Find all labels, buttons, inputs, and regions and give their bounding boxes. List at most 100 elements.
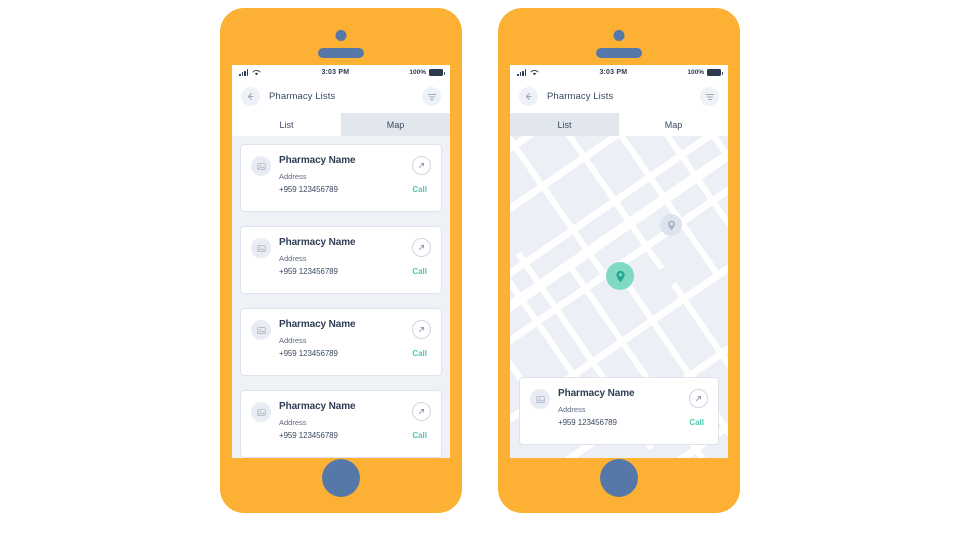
page-title: Pharmacy Lists <box>547 91 614 102</box>
call-link[interactable]: Call <box>412 431 427 440</box>
pharmacy-name: Pharmacy Name <box>279 237 356 248</box>
pharmacy-address: Address <box>558 405 586 414</box>
page-title: Pharmacy Lists <box>269 91 336 102</box>
image-placeholder-icon <box>251 320 271 340</box>
map-canvas[interactable]: Pharmacy Name Address +959 123456789 Cal… <box>510 136 728 458</box>
pharmacy-name: Pharmacy Name <box>279 155 356 166</box>
table-row[interactable]: Pharmacy Name Address +959 123456789 Cal… <box>240 390 442 458</box>
filter-icon <box>427 93 436 100</box>
row-content: Pharmacy Name Address +959 123456789 Cal… <box>271 318 431 375</box>
row-bottom: +959 123456789 Call <box>558 418 704 427</box>
image-placeholder-icon <box>251 238 271 258</box>
status-bar: 3:03 PM 100% <box>232 65 450 80</box>
back-button[interactable] <box>241 87 260 106</box>
image-placeholder-icon <box>530 389 550 409</box>
image-placeholder-icon <box>251 402 271 422</box>
screenshot-canvas: 3:03 PM 100% Pharmacy Lists List Map Pha… <box>0 0 960 540</box>
pharmacy-address: Address <box>279 254 307 263</box>
map-marker-selected-pharmacy[interactable] <box>606 262 634 290</box>
battery-percent-label: 100% <box>409 69 426 76</box>
pharmacy-phone: +959 123456789 <box>279 267 338 276</box>
map-marker-pharmacy[interactable] <box>660 214 682 236</box>
phone-mockup-map: 3:03 PM 100% Pharmacy Lists List Map Pha… <box>498 8 740 513</box>
call-link[interactable]: Call <box>412 185 427 194</box>
pharmacy-name: Pharmacy Name <box>279 401 356 412</box>
diagonal-arrow-icon <box>418 162 425 169</box>
status-bar-time: 3:03 PM <box>321 69 350 76</box>
table-row[interactable]: Pharmacy Name Address +959 123456789 Cal… <box>240 144 442 212</box>
row-content: Pharmacy Name Address +959 123456789 Cal… <box>550 387 708 444</box>
tab-list[interactable]: List <box>232 113 341 136</box>
phone-screen-map: 3:03 PM 100% Pharmacy Lists List Map Pha… <box>510 65 728 458</box>
navigate-button[interactable] <box>412 402 431 421</box>
status-bar-left <box>239 69 261 76</box>
battery-percent-label: 100% <box>687 69 704 76</box>
pharmacy-phone: +959 123456789 <box>279 185 338 194</box>
image-placeholder-icon <box>251 156 271 176</box>
status-bar-time: 3:03 PM <box>599 69 628 76</box>
navigate-button[interactable] <box>412 320 431 339</box>
row-bottom: +959 123456789 Call <box>279 431 427 440</box>
map-pin-icon <box>615 270 625 282</box>
battery-full-icon <box>429 69 445 76</box>
home-button[interactable] <box>600 459 638 497</box>
table-row[interactable]: Pharmacy Name Address +959 123456789 Cal… <box>240 308 442 376</box>
row-content: Pharmacy Name Address +959 123456789 Cal… <box>271 236 431 293</box>
status-bar: 3:03 PM 100% <box>510 65 728 80</box>
tab-list[interactable]: List <box>510 113 619 136</box>
pharmacy-name: Pharmacy Name <box>279 319 356 330</box>
pharmacy-phone: +959 123456789 <box>558 418 617 427</box>
row-bottom: +959 123456789 Call <box>279 185 427 194</box>
pharmacy-address: Address <box>279 418 307 427</box>
pharmacy-address: Address <box>279 172 307 181</box>
row-bottom: +959 123456789 Call <box>279 267 427 276</box>
row-bottom: +959 123456789 Call <box>279 349 427 358</box>
row-content: Pharmacy Name Address +959 123456789 Cal… <box>271 400 431 457</box>
signal-bars-icon <box>517 69 527 76</box>
status-bar-right: 100% <box>409 69 445 76</box>
call-link[interactable]: Call <box>412 349 427 358</box>
marker-halo-selected <box>606 262 634 290</box>
navigate-button[interactable] <box>412 156 431 175</box>
marker-halo <box>660 214 682 236</box>
tab-map[interactable]: Map <box>341 113 450 136</box>
view-tabs: List Map <box>510 113 728 136</box>
map-pin-icon <box>667 220 675 230</box>
battery-full-icon <box>707 69 723 76</box>
signal-bars-icon <box>239 69 249 76</box>
back-button[interactable] <box>519 87 538 106</box>
status-bar-left <box>517 69 539 76</box>
wifi-icon <box>252 70 261 76</box>
app-header: Pharmacy Lists <box>232 80 450 113</box>
front-camera-icon <box>613 30 625 41</box>
diagonal-arrow-icon <box>418 244 425 251</box>
diagonal-arrow-icon <box>695 395 702 402</box>
navigate-button[interactable] <box>412 238 431 257</box>
view-tabs: List Map <box>232 113 450 136</box>
filter-button[interactable] <box>700 87 719 106</box>
diagonal-arrow-icon <box>418 408 425 415</box>
row-content: Pharmacy Name Address +959 123456789 Cal… <box>271 154 431 211</box>
selected-pharmacy-card[interactable]: Pharmacy Name Address +959 123456789 Cal… <box>519 377 719 445</box>
phone-screen-list: 3:03 PM 100% Pharmacy Lists List Map Pha… <box>232 65 450 458</box>
status-bar-right: 100% <box>687 69 723 76</box>
tab-map[interactable]: Map <box>619 113 728 136</box>
call-link[interactable]: Call <box>689 418 704 427</box>
pharmacy-address: Address <box>279 336 307 345</box>
home-button[interactable] <box>322 459 360 497</box>
front-camera-icon <box>335 30 347 41</box>
pharmacy-list[interactable]: Pharmacy Name Address +959 123456789 Cal… <box>232 136 450 458</box>
navigate-button[interactable] <box>689 389 708 408</box>
table-row[interactable]: Pharmacy Name Address +959 123456789 Cal… <box>240 226 442 294</box>
arrow-left-icon <box>525 93 532 100</box>
filter-button[interactable] <box>422 87 441 106</box>
app-header: Pharmacy Lists <box>510 80 728 113</box>
call-link[interactable]: Call <box>412 267 427 276</box>
phone-mockup-list: 3:03 PM 100% Pharmacy Lists List Map Pha… <box>220 8 462 513</box>
arrow-left-icon <box>247 93 254 100</box>
earpiece-speaker <box>318 48 364 58</box>
wifi-icon <box>530 70 539 76</box>
pharmacy-phone: +959 123456789 <box>279 349 338 358</box>
pharmacy-phone: +959 123456789 <box>279 431 338 440</box>
pharmacy-name: Pharmacy Name <box>558 388 635 399</box>
